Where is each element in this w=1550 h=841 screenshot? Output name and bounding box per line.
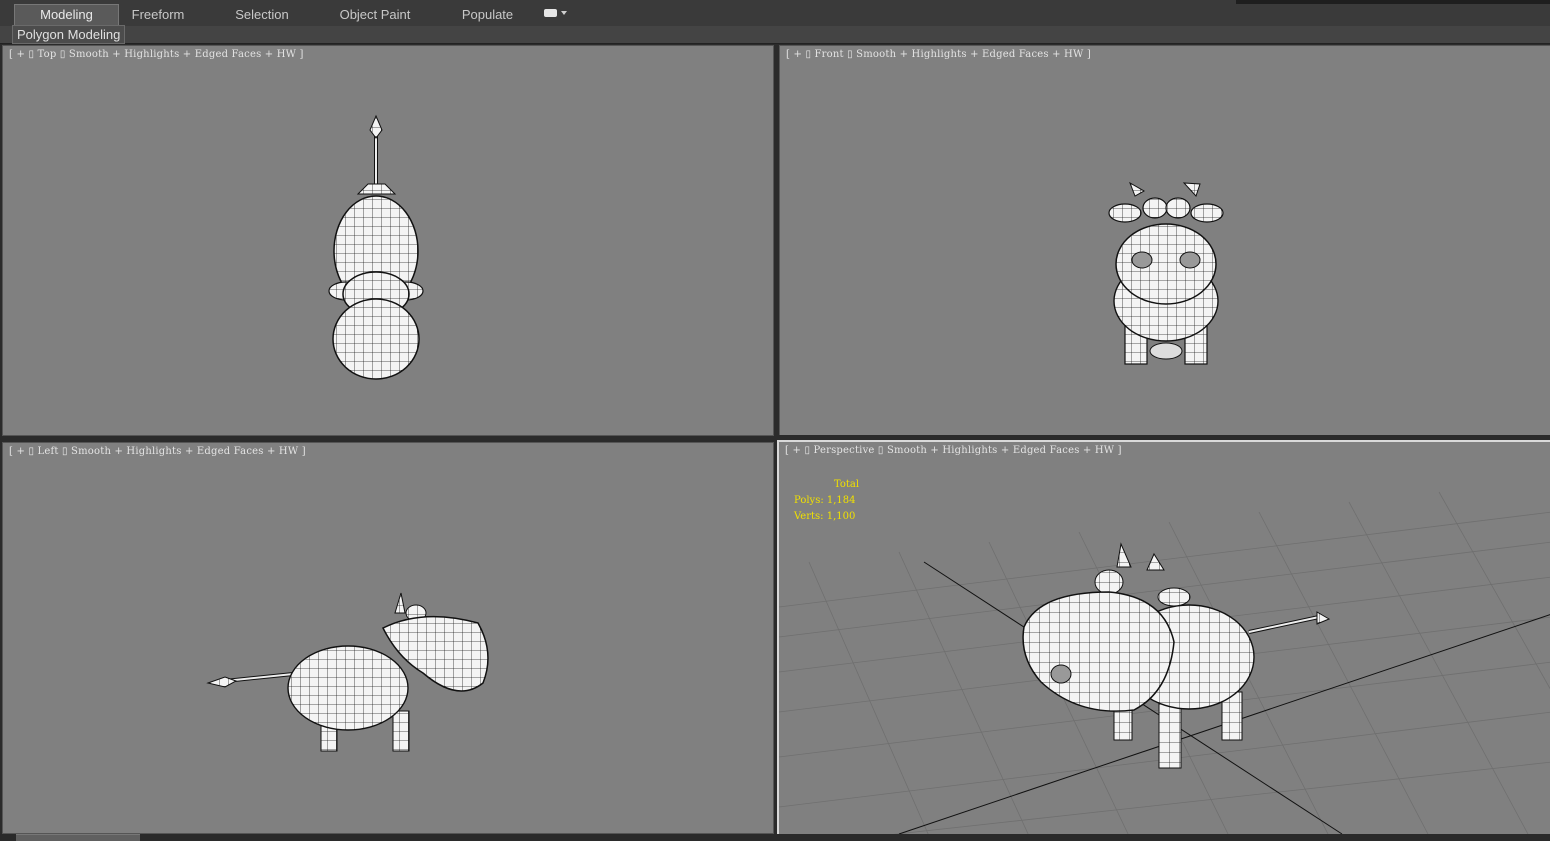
viewport-front[interactable]: [ + ▯ Front ▯ Smooth + Highlights + Edge… [779, 45, 1550, 435]
tab-populate[interactable]: Populate [450, 5, 525, 25]
cow-model-left-view [206, 592, 489, 752]
ribbon-options-dropdown[interactable] [544, 8, 568, 20]
chevron-down-icon [561, 11, 567, 15]
ribbon-tab-bar: Modeling Freeform Selection Object Paint… [0, 0, 1550, 27]
cow-model-front-view [1108, 181, 1224, 365]
title-strip [1236, 0, 1550, 4]
ribbon-panel-bar: Polygon Modeling [0, 25, 1550, 44]
tab-modeling[interactable]: Modeling [14, 4, 119, 26]
viewport-left[interactable]: [ + ▯ Left ▯ Smooth + Highlights + Edged… [2, 442, 774, 834]
tab-selection[interactable]: Selection [222, 5, 302, 25]
cow-model-perspective-view [779, 491, 1550, 836]
panel-title-polygon-modeling[interactable]: Polygon Modeling [12, 25, 126, 44]
status-bar [0, 834, 1550, 840]
tab-object-paint[interactable]: Object Paint [330, 5, 420, 25]
ribbon-toggle-icon [544, 9, 557, 17]
viewport-perspective[interactable]: [ + ▯ Perspective ▯ Smooth + Highlights … [777, 440, 1550, 838]
viewport-top[interactable]: [ + ▯ Top ▯ Smooth + Highlights + Edged … [2, 45, 774, 436]
tab-freeform[interactable]: Freeform [118, 5, 198, 25]
cow-model-top-view [328, 114, 424, 380]
